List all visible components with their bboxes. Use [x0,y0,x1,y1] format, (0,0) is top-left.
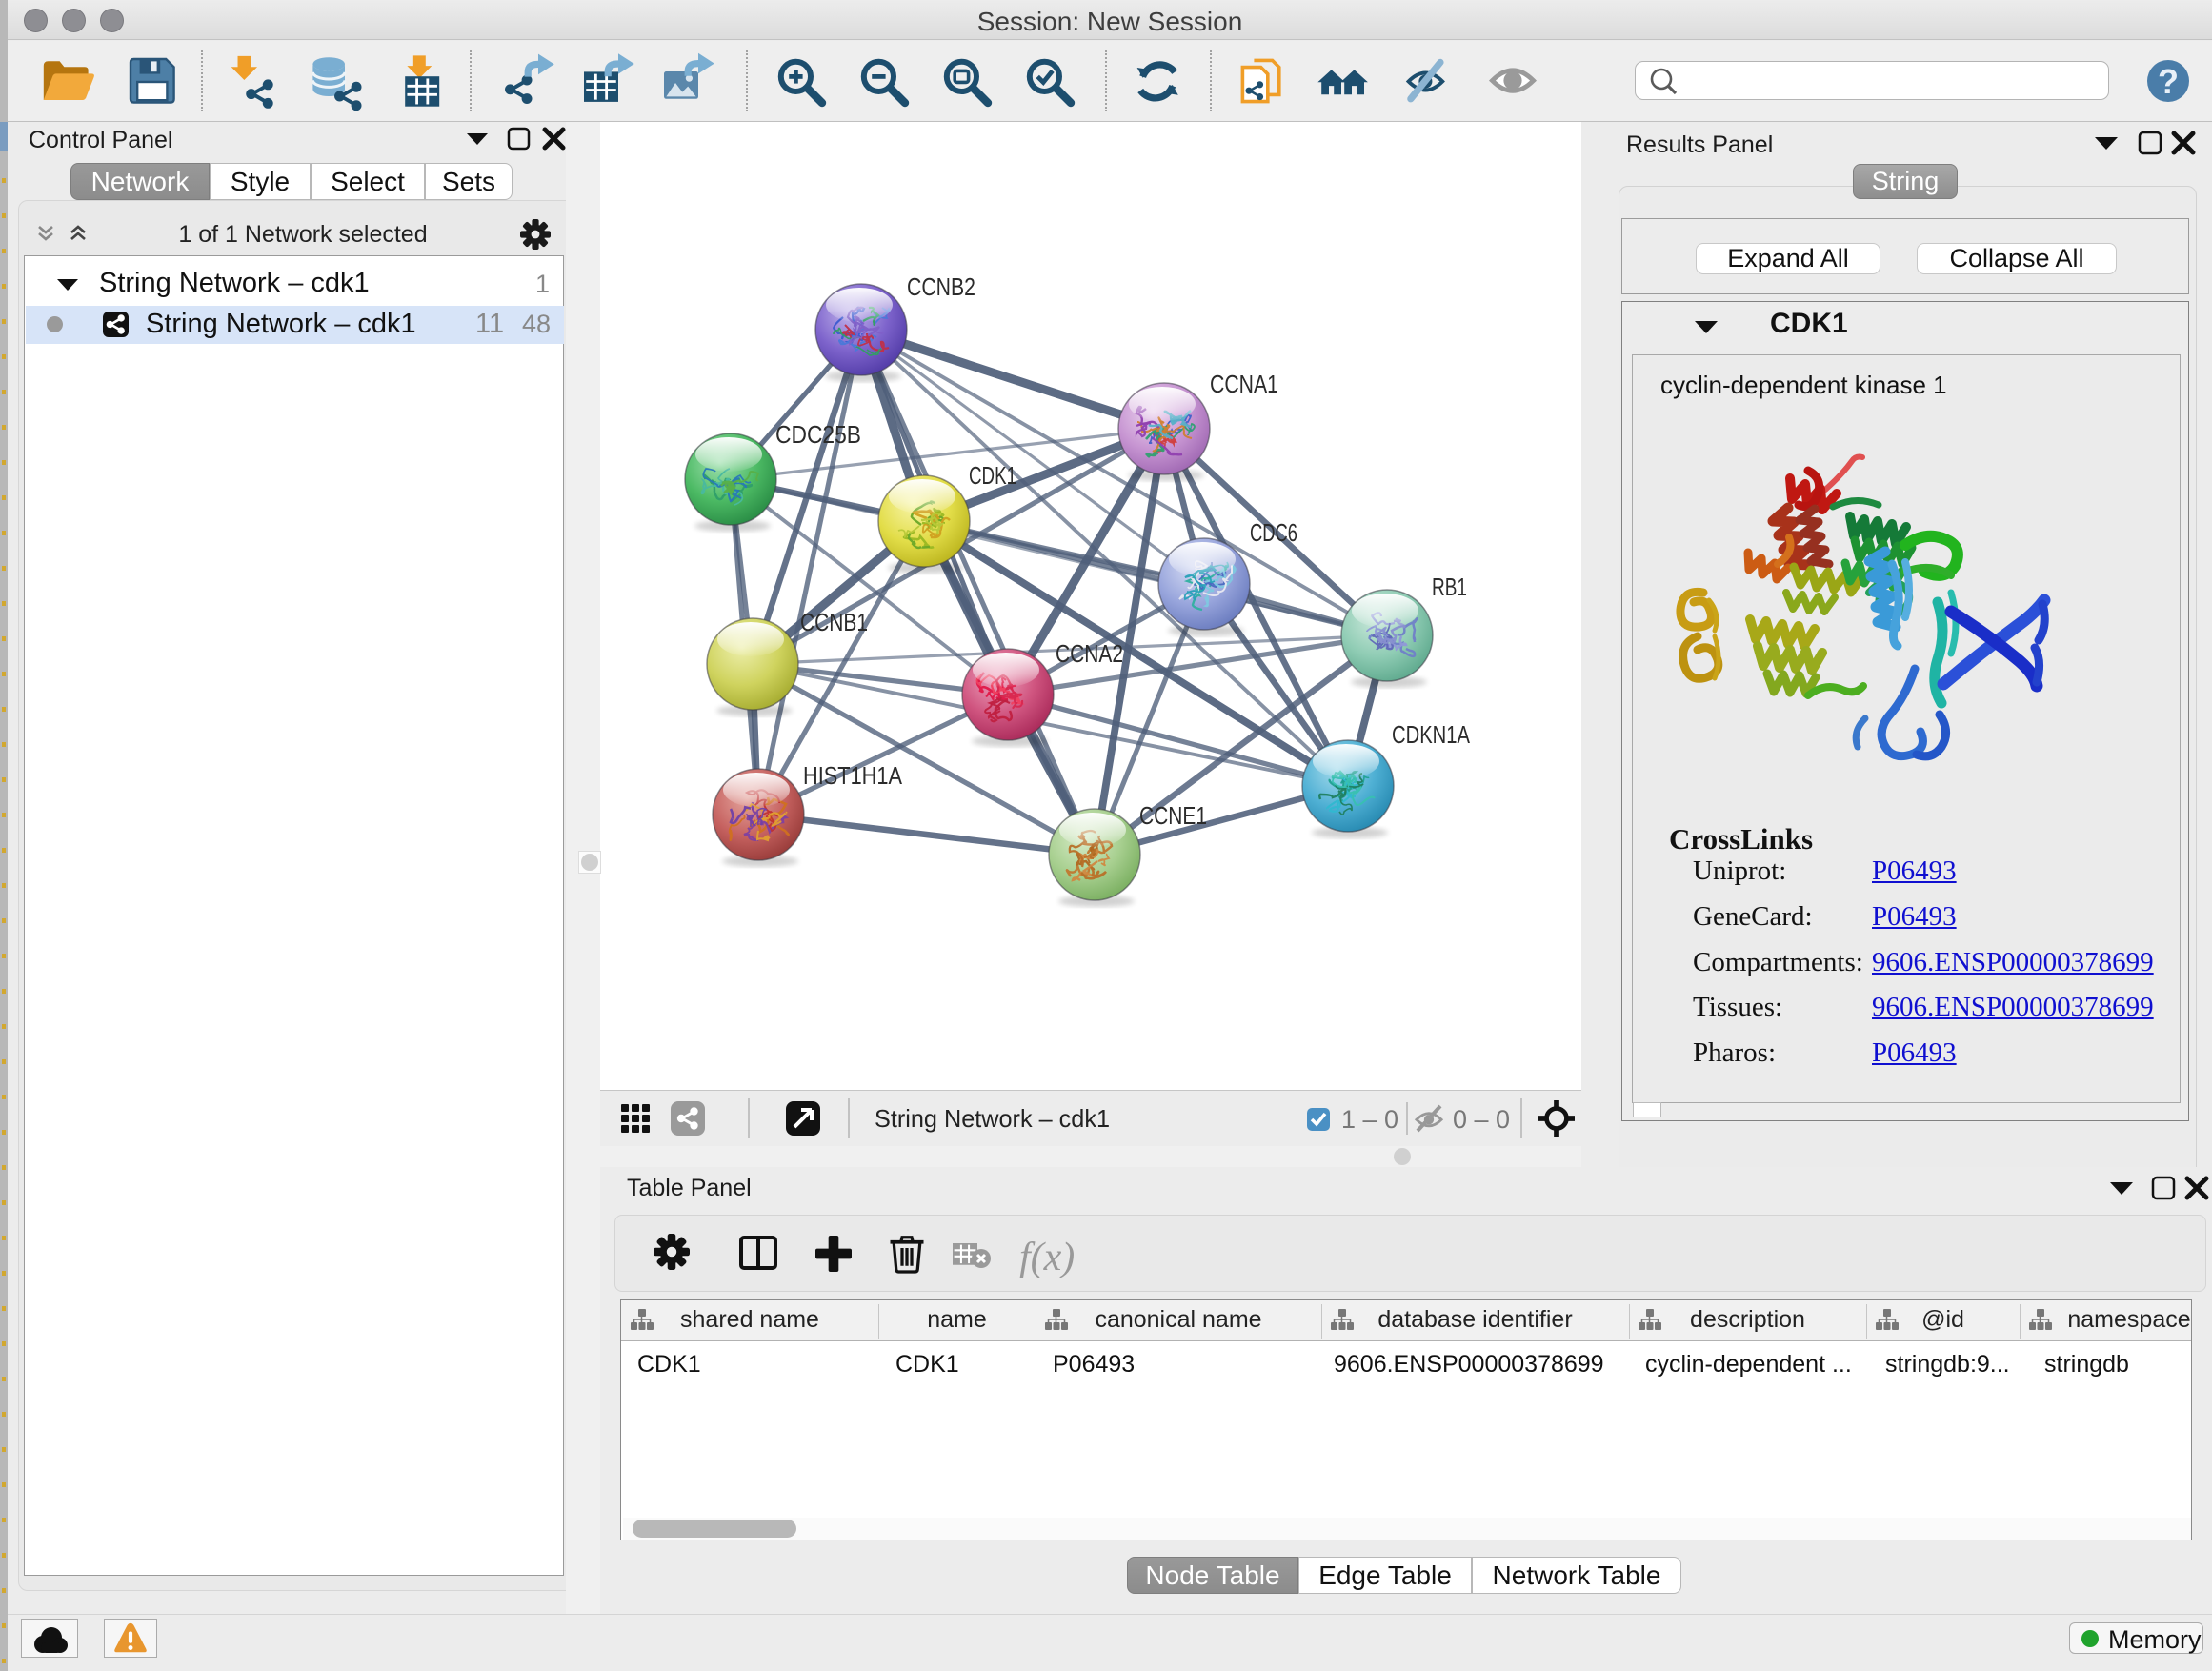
svg-text:?: ? [2158,62,2179,101]
svg-text:0 – 0: 0 – 0 [1453,1105,1510,1134]
svg-text:CDK1: CDK1 [969,461,1016,490]
svg-text:CDC25B: CDC25B [775,420,861,449]
svg-text:CCNB1: CCNB1 [800,608,868,636]
svg-text:CCNE1: CCNE1 [1139,801,1207,830]
svg-text:CCNB2: CCNB2 [907,272,975,301]
svg-text:CDC6: CDC6 [1250,518,1297,547]
svg-text:RB1: RB1 [1432,573,1467,601]
svg-text:HIST1H1A: HIST1H1A [803,761,903,790]
svg-text:f(x): f(x) [1019,1236,1075,1279]
svg-text:1 – 0: 1 – 0 [1341,1105,1398,1134]
svg-text:String Network – cdk1: String Network – cdk1 [875,1104,1110,1133]
svg-text:CCNA2: CCNA2 [1056,639,1123,668]
svg-text:CDKN1A: CDKN1A [1392,720,1471,749]
svg-text:CCNA1: CCNA1 [1210,370,1278,398]
